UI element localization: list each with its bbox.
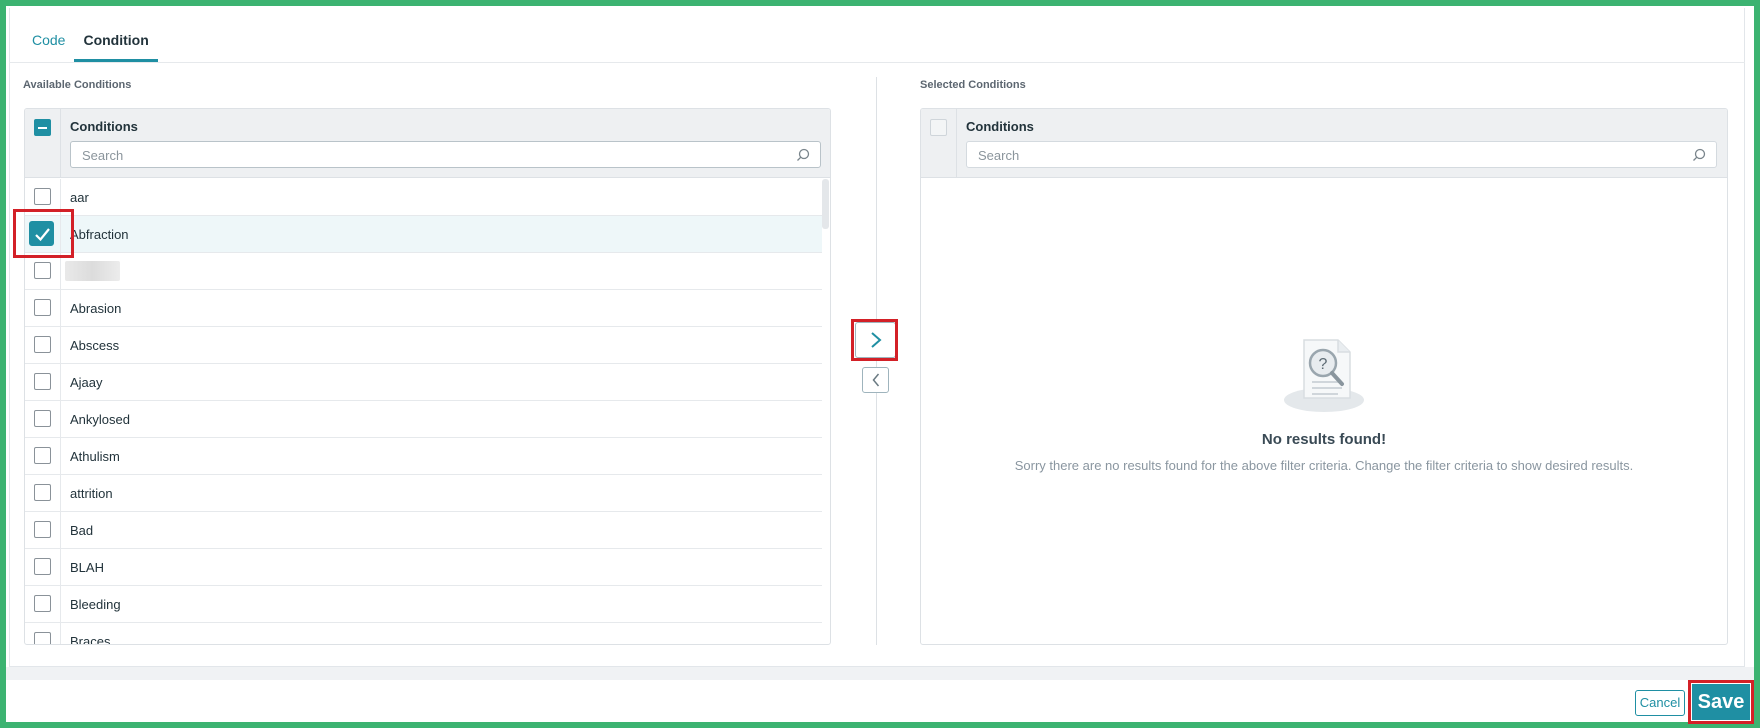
- row-checkbox-cell: [25, 364, 61, 401]
- header-checkbox-cell: [921, 109, 957, 178]
- move-right-button[interactable]: [855, 322, 896, 358]
- row-label: Abfraction: [70, 227, 129, 242]
- row-checkbox-cell: [25, 512, 61, 549]
- search-icon: [797, 148, 810, 161]
- row-label: Abscess: [70, 338, 120, 353]
- checkmark-icon: [35, 228, 50, 242]
- select-all-checkbox-disabled: [930, 119, 947, 136]
- row-label: aar: [70, 190, 89, 205]
- row-checkbox-cell: [25, 438, 61, 475]
- available-list-header: Conditions: [25, 109, 830, 178]
- list-item[interactable]: Ajaay: [25, 364, 822, 401]
- tab-condition[interactable]: Condition: [74, 26, 158, 62]
- list-item[interactable]: Abrasion: [25, 290, 822, 327]
- footer-divider: [6, 667, 1754, 680]
- redacted-label: [65, 261, 120, 281]
- save-button[interactable]: Save: [1692, 684, 1750, 720]
- row-checkbox-cell: [25, 401, 61, 438]
- row-label: Bad: [70, 523, 94, 538]
- row-checkbox[interactable]: [34, 447, 51, 464]
- row-label: Bleeding: [70, 597, 121, 612]
- row-checkbox[interactable]: [34, 484, 51, 501]
- select-all-checkbox[interactable]: [34, 119, 51, 136]
- selected-conditions-list: Conditions ? No results found! Sorry the…: [920, 108, 1728, 645]
- list-item[interactable]: Bad: [25, 512, 822, 549]
- list-item[interactable]: aar: [25, 179, 822, 216]
- move-left-button[interactable]: [862, 367, 889, 393]
- empty-state: ? No results found! Sorry there are no r…: [921, 332, 1727, 473]
- svg-text:?: ?: [1319, 356, 1328, 373]
- row-checkbox-checked[interactable]: [29, 221, 54, 246]
- no-results-illustration-icon: ?: [1284, 339, 1364, 412]
- row-checkbox-cell: [25, 253, 61, 290]
- row-label: attrition: [70, 486, 113, 501]
- list-item[interactable]: Bleeding: [25, 586, 822, 623]
- available-search-input[interactable]: [80, 147, 755, 164]
- row-checkbox[interactable]: [34, 336, 51, 353]
- selected-conditions-label: Selected Conditions: [920, 79, 1026, 91]
- scrollbar-thumb[interactable]: [822, 179, 829, 229]
- selected-search-input[interactable]: [976, 147, 1651, 164]
- available-conditions-list: Conditions aar Abfraction Abrasion Abscess A…: [24, 108, 831, 645]
- row-checkbox-cell: [25, 475, 61, 512]
- search-icon: [1693, 148, 1706, 161]
- row-checkbox[interactable]: [34, 262, 51, 279]
- list-item[interactable]: Ankylosed: [25, 401, 822, 438]
- row-checkbox[interactable]: [34, 632, 51, 644]
- row-checkbox[interactable]: [34, 558, 51, 575]
- row-checkbox[interactable]: [34, 595, 51, 612]
- selected-column-title: Conditions: [966, 119, 1034, 134]
- cancel-button[interactable]: Cancel: [1635, 690, 1685, 716]
- row-checkbox-cell: [25, 623, 61, 644]
- header-checkbox-cell: [25, 109, 61, 178]
- row-checkbox[interactable]: [34, 188, 51, 205]
- row-checkbox-cell: [25, 586, 61, 623]
- row-checkbox-cell: [25, 290, 61, 327]
- row-label: BLAH: [70, 560, 104, 575]
- available-search-box: [70, 141, 821, 168]
- row-checkbox[interactable]: [34, 299, 51, 316]
- list-item[interactable]: Athulism: [25, 438, 822, 475]
- list-item[interactable]: Abfraction: [25, 216, 822, 253]
- tab-underline-divider: [9, 62, 1745, 63]
- available-conditions-label: Available Conditions: [23, 79, 132, 91]
- available-column-title: Conditions: [70, 119, 138, 134]
- row-checkbox-cell: [25, 549, 61, 586]
- row-checkbox[interactable]: [34, 373, 51, 390]
- row-checkbox[interactable]: [34, 521, 51, 538]
- list-item[interactable]: BLAH: [25, 549, 822, 586]
- tab-bar: Code Condition: [23, 26, 158, 62]
- list-item[interactable]: Abscess: [25, 327, 822, 364]
- row-label: Ankylosed: [70, 412, 130, 427]
- tab-code[interactable]: Code: [23, 26, 74, 62]
- panel-divider: [876, 77, 877, 645]
- list-item[interactable]: attrition: [25, 475, 822, 512]
- available-rows: aar Abfraction Abrasion Abscess Ajaay Ankylos…: [25, 179, 830, 644]
- chevron-left-icon: [872, 373, 879, 387]
- row-label: Abrasion: [70, 301, 122, 316]
- empty-title: No results found!: [1261, 431, 1387, 448]
- list-item[interactable]: Braces: [25, 623, 822, 644]
- selected-list-header: Conditions: [921, 109, 1727, 178]
- row-label: Braces: [70, 634, 111, 644]
- row-checkbox-cell: [25, 179, 61, 216]
- row-checkbox-cell: [25, 327, 61, 364]
- row-label: Athulism: [70, 449, 120, 464]
- selected-search-box: [966, 141, 1717, 168]
- empty-message: Sorry there are no results found for the…: [1014, 458, 1634, 473]
- list-item[interactable]: [25, 253, 822, 290]
- row-checkbox-cell: [25, 216, 61, 253]
- chevron-right-icon: [870, 332, 882, 348]
- row-label: Ajaay: [70, 375, 103, 390]
- row-checkbox[interactable]: [34, 410, 51, 427]
